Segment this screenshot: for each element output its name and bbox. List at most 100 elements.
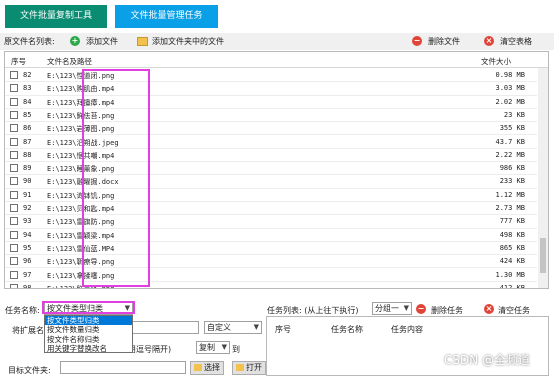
row-checkbox[interactable]: [10, 257, 18, 266]
row-checkbox[interactable]: [10, 190, 18, 199]
chevron-down-icon: ▼: [253, 323, 259, 331]
clear-task-button[interactable]: 清空任务: [498, 305, 530, 316]
row-number: 90: [23, 177, 32, 186]
ext-label: 将扩展名: [12, 326, 44, 335]
tab-file-batch-copy[interactable]: 文件批量复制工具: [5, 5, 107, 28]
row-checkbox[interactable]: [10, 150, 18, 159]
row-checkbox[interactable]: [10, 71, 18, 79]
row-number: 82: [23, 71, 32, 79]
close-icon: ×: [484, 304, 494, 314]
row-number: 83: [23, 84, 32, 93]
row-number: 86: [23, 124, 32, 133]
task-header-name: 任务名称: [331, 325, 363, 334]
delete-file-button[interactable]: 删除文件: [428, 36, 460, 47]
row-number: 98: [23, 283, 32, 289]
row-number: 93: [23, 217, 32, 226]
row-number: 88: [23, 150, 32, 159]
delete-task-button[interactable]: 删除任务: [431, 305, 463, 316]
row-checkbox[interactable]: [10, 124, 18, 133]
open-button[interactable]: 打开: [232, 361, 266, 375]
row-size: 43.7 KB: [495, 137, 525, 146]
row-checkbox[interactable]: [10, 230, 18, 239]
row-checkbox[interactable]: [10, 270, 18, 279]
row-number: 96: [23, 257, 32, 266]
row-size: 2.73 MB: [495, 204, 525, 212]
task-list-label: 任务列表: (从上往下执行): [267, 306, 359, 315]
open-label: 打开: [246, 363, 262, 372]
row-size: 3.03 MB: [495, 84, 525, 93]
custom-select[interactable]: 自定义 ▼: [204, 321, 262, 334]
target-folder-label: 目标文件夹:: [8, 366, 51, 375]
row-number: 84: [23, 97, 32, 106]
table-header: 序号 文件名及路径 文件大小: [5, 52, 548, 68]
option-keyword-rename[interactable]: 用关键字替换改名: [45, 344, 132, 353]
row-size: 23 KB: [503, 110, 525, 119]
row-checkbox[interactable]: [10, 204, 18, 212]
group-value: 分组一: [375, 304, 399, 313]
ext-note: 用逗号隔开): [128, 345, 172, 354]
choose-button[interactable]: 选择: [190, 361, 224, 375]
row-size: 986 KB: [499, 164, 525, 173]
row-size: 777 KB: [499, 217, 525, 226]
choose-label: 选择: [204, 363, 220, 372]
toolbar: 原文件名列表: + 添加文件 添加文件夹中的文件 − 删除文件 × 清空表格: [0, 33, 554, 50]
task-header-content: 任务内容: [391, 325, 423, 334]
action-value: 复制: [199, 343, 215, 352]
option-by-type[interactable]: 按文件类型归类: [45, 316, 132, 326]
add-icon: +: [70, 36, 80, 46]
row-checkbox[interactable]: [10, 110, 18, 119]
row-size: 1.12 MB: [495, 190, 525, 199]
task-header-no: 序号: [275, 325, 291, 334]
folder-icon: [137, 37, 148, 46]
row-size: 424 KB: [499, 257, 525, 266]
path-highlight-box: [82, 69, 150, 287]
row-size: 865 KB: [499, 243, 525, 252]
group-select[interactable]: 分组一 ▼: [372, 302, 412, 315]
row-checkbox[interactable]: [10, 243, 18, 252]
row-size: 233 KB: [499, 177, 525, 186]
scrollbar-thumb[interactable]: [540, 238, 546, 273]
row-checkbox[interactable]: [10, 177, 18, 186]
clear-table-button[interactable]: 清空表格: [500, 36, 532, 47]
row-checkbox[interactable]: [10, 217, 18, 226]
remove-icon: −: [416, 304, 426, 314]
task-name-label: 任务名称:: [5, 306, 40, 315]
row-size: 0.98 MB: [495, 71, 525, 79]
tab-file-batch-manage[interactable]: 文件批量管理任务: [115, 5, 218, 28]
add-folder-button[interactable]: 添加文件夹中的文件: [152, 36, 224, 47]
task-name-dropdown[interactable]: 按文件类型归类 按文件数量归类 按文件名称归类 用关键字替换改名: [44, 315, 133, 353]
row-number: 94: [23, 230, 32, 239]
row-checkbox[interactable]: [10, 164, 18, 173]
row-checkbox[interactable]: [10, 97, 18, 106]
watermark: CSDN @全频道: [444, 353, 531, 367]
row-size: 355 KB: [499, 124, 525, 133]
row-checkbox[interactable]: [10, 137, 18, 146]
close-icon: ×: [484, 36, 494, 46]
row-size: 498 KB: [499, 230, 525, 239]
row-number: 91: [23, 190, 32, 199]
remove-icon: −: [412, 36, 422, 46]
target-folder-input[interactable]: [60, 361, 186, 374]
source-list-label: 原文件名列表:: [4, 37, 55, 46]
row-number: 95: [23, 243, 32, 252]
row-checkbox[interactable]: [10, 283, 18, 288]
action-select[interactable]: 复制 ▼: [196, 341, 230, 354]
task-select-highlight: [42, 301, 135, 314]
row-number: 92: [23, 204, 32, 212]
row-number: 87: [23, 137, 32, 146]
row-checkbox[interactable]: [10, 84, 18, 93]
option-by-name[interactable]: 按文件名称归类: [45, 335, 132, 344]
row-size: 2.22 MB: [495, 150, 525, 159]
header-size: 文件大小: [481, 57, 511, 66]
header-path: 文件名及路径: [47, 57, 92, 66]
row-number: 85: [23, 110, 32, 119]
to-label: 到: [232, 345, 240, 354]
row-size: 2.02 MB: [495, 97, 525, 106]
row-size: 1.30 MB: [495, 270, 525, 279]
row-number: 97: [23, 270, 32, 279]
add-file-button[interactable]: 添加文件: [86, 36, 118, 47]
option-by-count[interactable]: 按文件数量归类: [45, 325, 132, 334]
chevron-down-icon: ▼: [221, 343, 227, 351]
vertical-scrollbar[interactable]: [538, 68, 548, 288]
custom-value: 自定义: [207, 323, 231, 332]
